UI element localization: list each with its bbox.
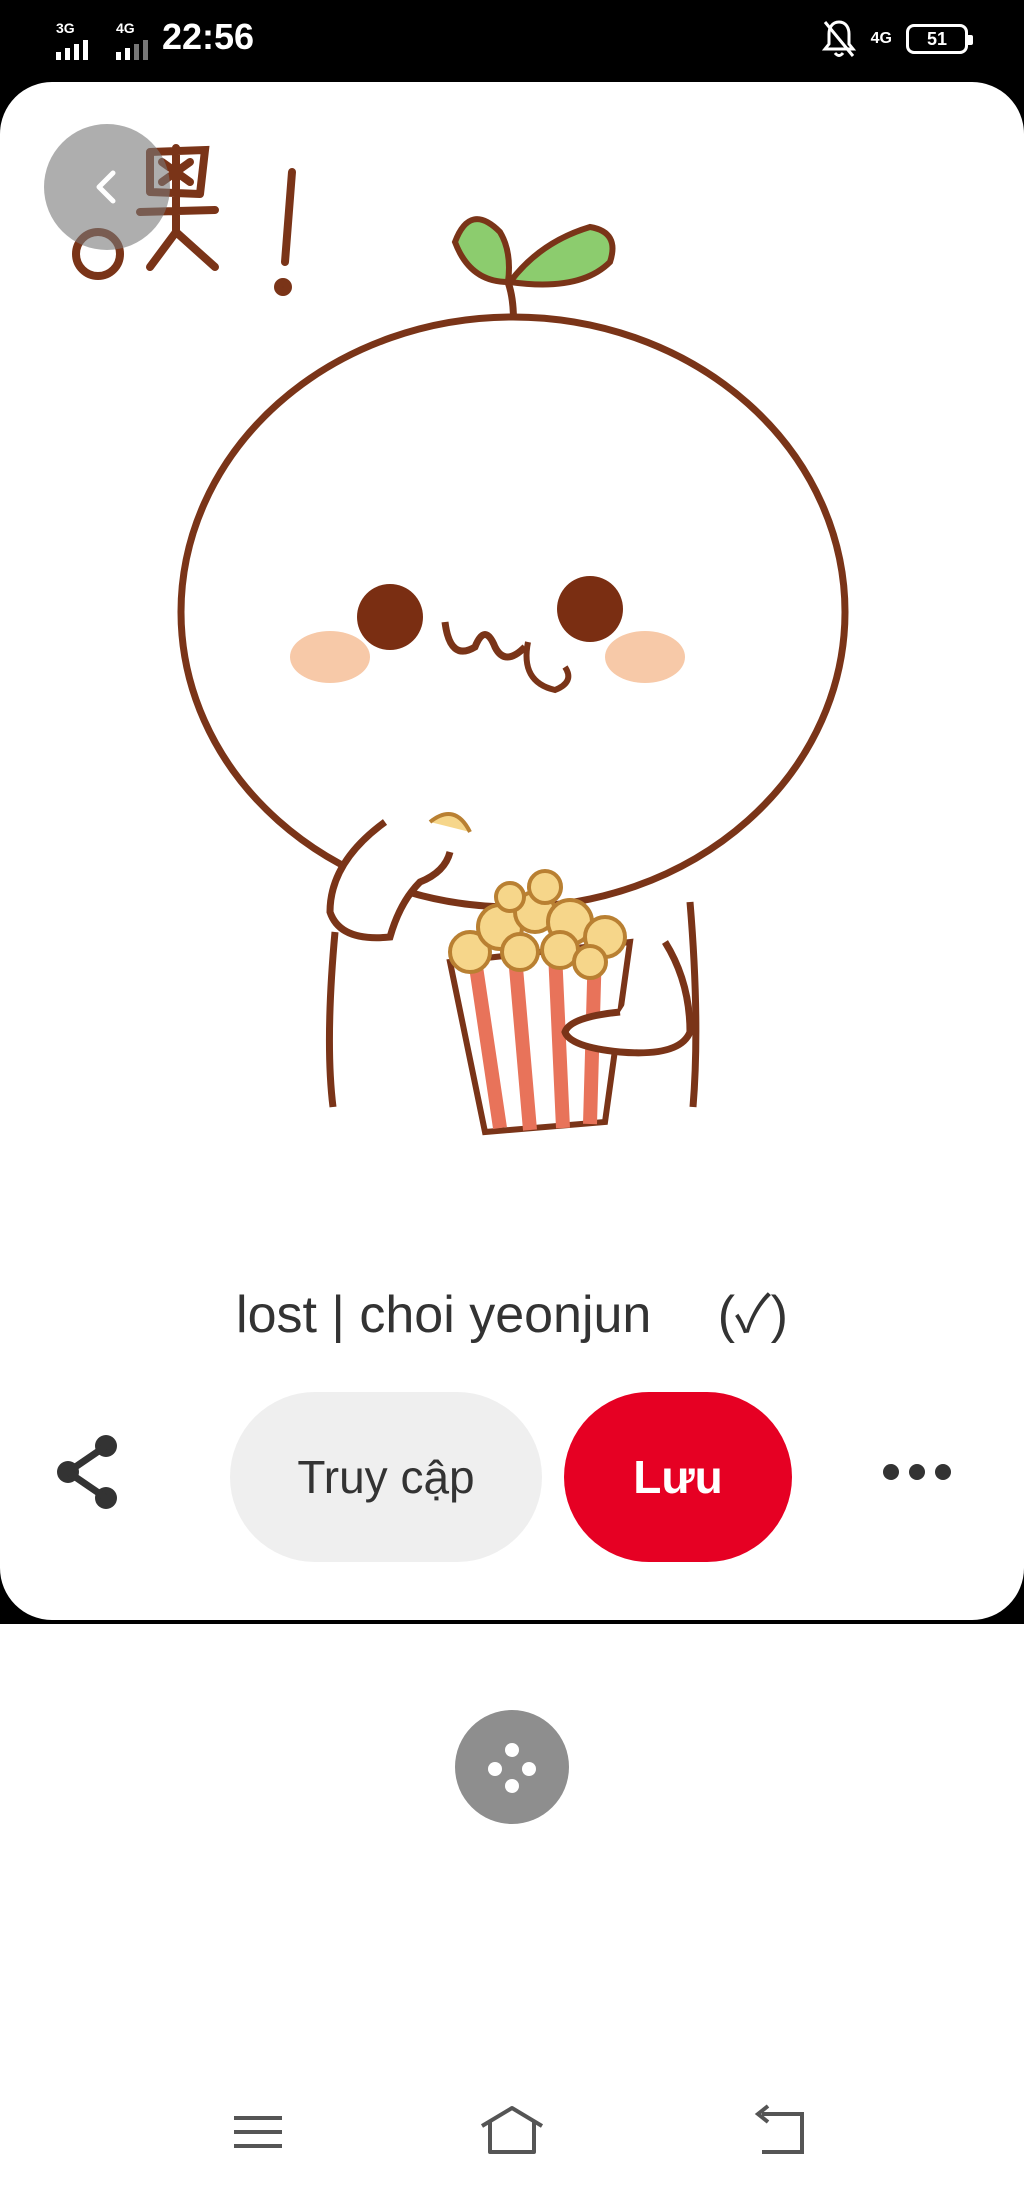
share-icon[interactable] — [48, 1432, 128, 1512]
signal-type-label: 4G — [116, 20, 135, 36]
more-icon[interactable] — [872, 1442, 962, 1502]
visual-search-button[interactable] — [455, 1710, 569, 1824]
pin-title: lost | choi yeonjun (✓) — [236, 1286, 788, 1344]
chevron-left-icon — [96, 170, 116, 204]
back-button[interactable] — [44, 124, 170, 250]
signal-indicators: 3G 4G — [54, 18, 160, 62]
save-button[interactable]: Lưu — [564, 1392, 792, 1562]
clock: 22:56 — [162, 16, 255, 57]
network-type: 4G — [870, 30, 892, 47]
battery-level: 51 — [926, 28, 948, 49]
signal-type-label: 3G — [56, 20, 75, 36]
pin-image[interactable] — [0, 82, 1024, 1142]
bell-muted-icon — [821, 20, 856, 57]
popcorn-bucket — [446, 869, 634, 1136]
pin-actions: Truy cập Lưu — [0, 1392, 1024, 1562]
signal-icon: 3G — [54, 18, 100, 62]
signal-icon: 4G — [114, 18, 160, 62]
status-bar: 3G 4G 22:56 4G 51 — [0, 0, 1024, 82]
back-icon[interactable] — [744, 2096, 816, 2168]
status-icons: 4G 51 — [821, 18, 973, 60]
menu-icon[interactable] — [222, 2096, 294, 2168]
system-nav-bar — [0, 2070, 1024, 2194]
pin-card: lost | choi yeonjun (✓) Truy cập Lưu — [0, 82, 1024, 1620]
battery-icon: 51 — [906, 24, 973, 54]
visit-button[interactable]: Truy cập — [230, 1392, 542, 1562]
character-head — [177, 313, 849, 911]
home-icon[interactable] — [476, 2096, 548, 2168]
